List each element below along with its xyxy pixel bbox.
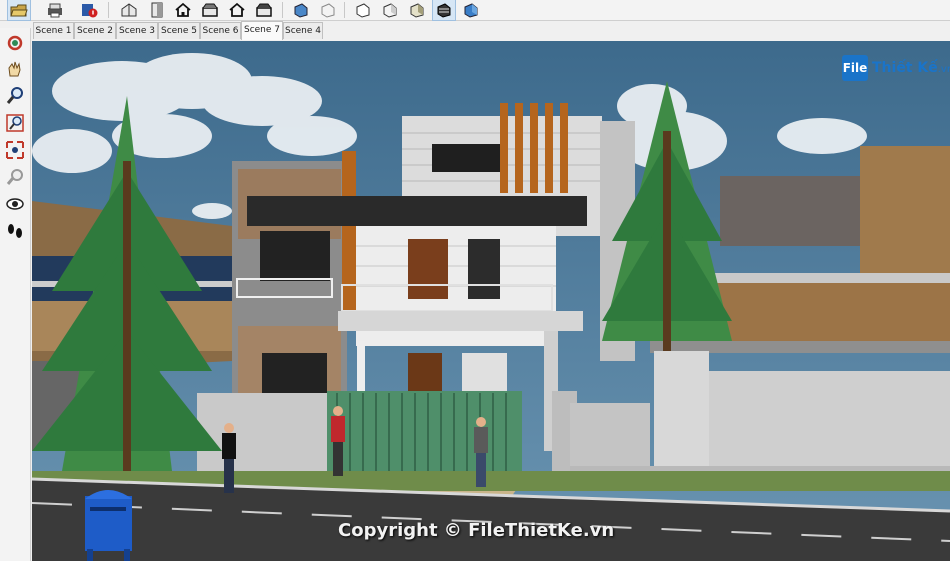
xray-icon[interactable] [290, 0, 312, 20]
shaded-icon[interactable] [379, 0, 401, 20]
zoom-extents-icon[interactable] [4, 139, 26, 161]
house-render [32, 41, 950, 561]
iso-view-icon[interactable] [118, 0, 140, 20]
shaded-texture-icon[interactable] [406, 0, 428, 20]
hidden-line-icon[interactable] [352, 0, 374, 20]
open-icon[interactable] [7, 0, 31, 21]
previous-view-icon[interactable] [4, 166, 26, 188]
camera-toolbar [0, 28, 31, 561]
walk-icon[interactable] [4, 220, 26, 242]
orbit-icon[interactable] [4, 32, 26, 54]
copyright-watermark: Copyright © FileThietKe.vn [338, 520, 615, 541]
left-view-icon[interactable] [253, 0, 275, 20]
front-view-icon[interactable] [172, 0, 194, 20]
logo-text-main: Thiết Kế [872, 60, 938, 76]
logo-text: Thiết Kế.vn [872, 60, 950, 76]
zoom-window-icon[interactable] [4, 112, 26, 134]
wireframe-icon[interactable] [317, 0, 339, 20]
road [32, 471, 950, 561]
paint-style-icon[interactable] [460, 0, 482, 20]
print-icon[interactable] [44, 0, 66, 20]
tab-scene-6[interactable]: Scene 6 [200, 22, 241, 39]
logo-mark: File [842, 55, 868, 81]
tab-scene-2[interactable]: Scene 2 [74, 22, 116, 39]
tab-scene-4[interactable]: Scene 4 [283, 22, 323, 39]
pan-icon[interactable] [4, 58, 26, 80]
tab-scene-1[interactable]: Scene 1 [33, 22, 74, 39]
tab-scene-5[interactable]: Scene 5 [158, 22, 200, 39]
main-toolbar [0, 0, 950, 21]
right-view-icon[interactable] [199, 0, 221, 20]
zoom-icon[interactable] [4, 85, 26, 107]
tab-scene-3[interactable]: Scene 3 [116, 22, 158, 39]
back-view-icon[interactable] [226, 0, 248, 20]
model-viewport[interactable]: File Thiết Kế.vn [32, 41, 950, 561]
model-info-icon[interactable] [78, 0, 100, 20]
tab-scene-7[interactable]: Scene 7 [241, 21, 283, 40]
monochrome-icon[interactable] [432, 0, 456, 21]
look-around-icon[interactable] [4, 193, 26, 215]
mailbox [85, 490, 132, 561]
top-view-icon[interactable] [146, 0, 168, 20]
brand-logo: File Thiết Kế.vn [842, 55, 950, 83]
logo-domain: .vn [937, 64, 950, 75]
